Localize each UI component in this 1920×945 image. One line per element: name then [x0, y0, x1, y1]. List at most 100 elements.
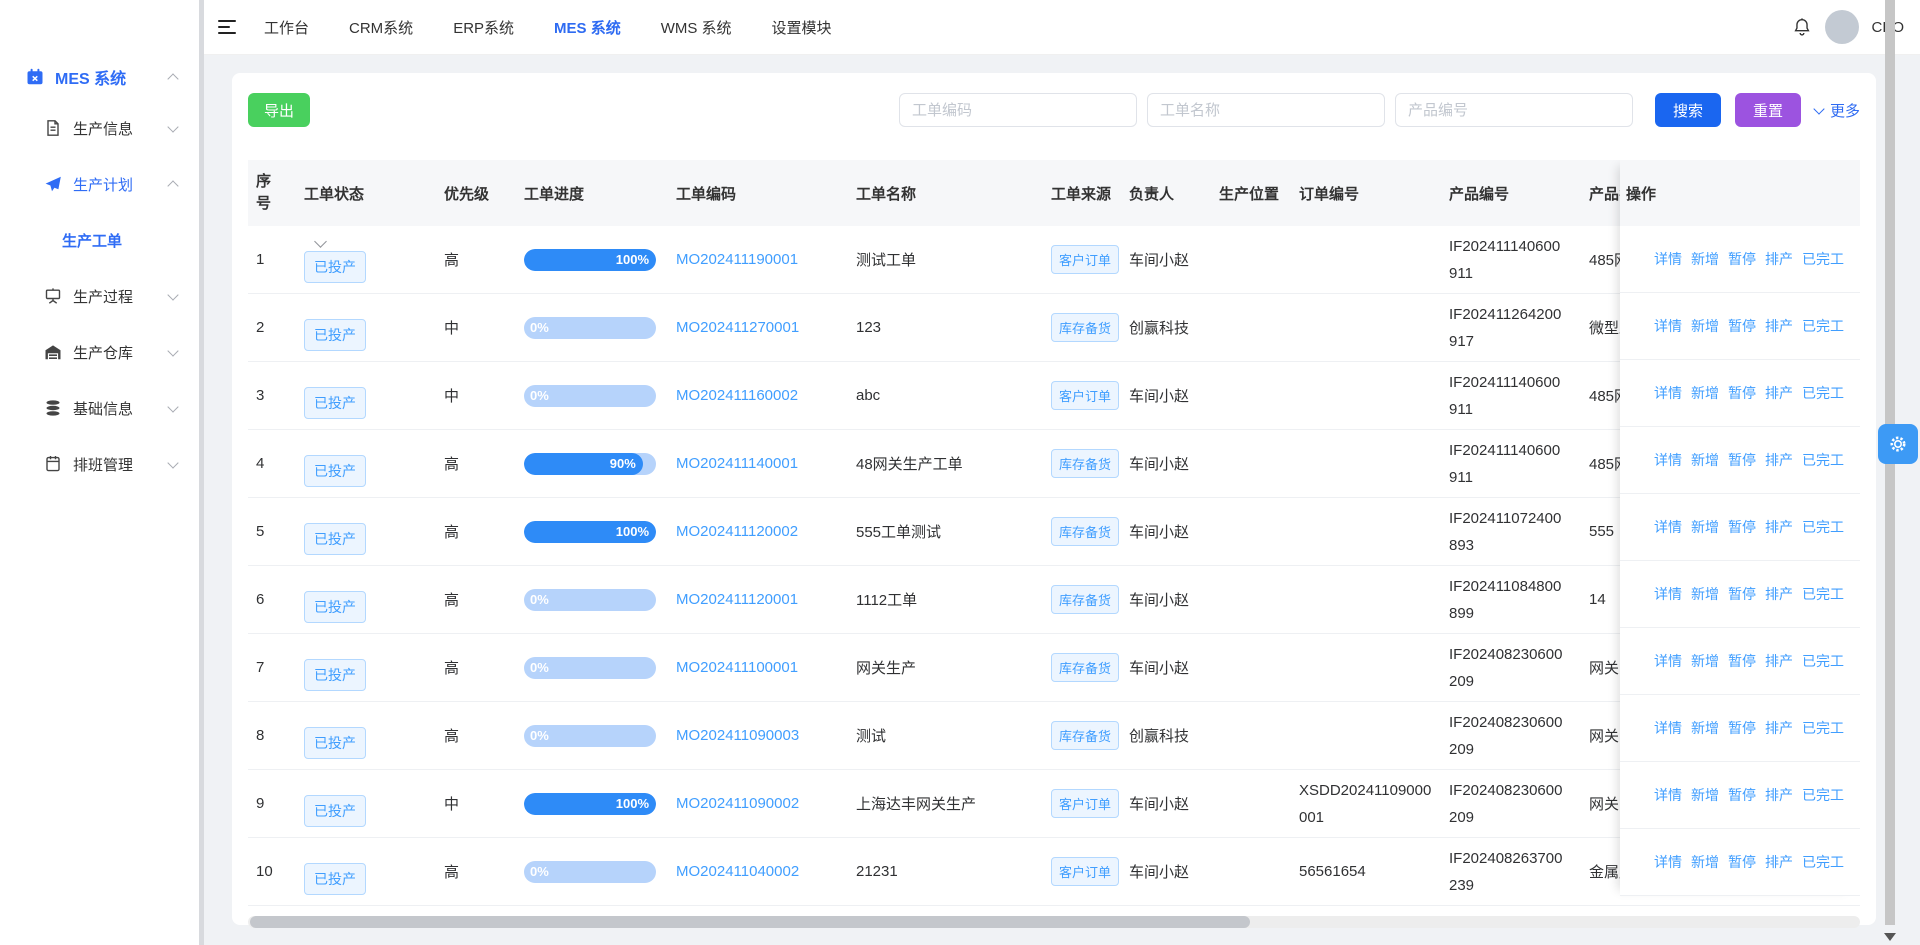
- work-order-code-link[interactable]: MO202411160002: [676, 387, 798, 404]
- action-link-pause[interactable]: 暂停: [1728, 249, 1756, 269]
- action-link-add[interactable]: 新增: [1691, 785, 1719, 805]
- action-link-complete[interactable]: 已完工: [1802, 718, 1844, 738]
- action-link-add[interactable]: 新增: [1691, 249, 1719, 269]
- action-link-schedule[interactable]: 排产: [1765, 517, 1793, 537]
- action-link-schedule[interactable]: 排产: [1765, 584, 1793, 604]
- action-link-detail[interactable]: 详情: [1654, 450, 1682, 470]
- work-order-code-link[interactable]: MO202411090003: [676, 727, 799, 744]
- horizontal-scrollbar-thumb[interactable]: [250, 916, 1250, 928]
- row-index: 5: [256, 523, 264, 540]
- sidebar-item-production-work-order[interactable]: 生产工单: [0, 212, 199, 268]
- sidebar-item-shift-management[interactable]: 排班管理: [0, 436, 199, 492]
- action-link-complete[interactable]: 已完工: [1802, 249, 1844, 269]
- action-link-complete[interactable]: 已完工: [1802, 785, 1844, 805]
- action-link-schedule[interactable]: 排产: [1765, 651, 1793, 671]
- work-order-code-link[interactable]: MO202411040002: [676, 863, 799, 880]
- work-order-code-input[interactable]: [899, 93, 1137, 127]
- reset-button[interactable]: 重置: [1735, 93, 1801, 127]
- action-link-add[interactable]: 新增: [1691, 651, 1719, 671]
- more-link[interactable]: 更多: [1815, 100, 1860, 121]
- work-order-name-input[interactable]: [1147, 93, 1385, 127]
- action-link-pause[interactable]: 暂停: [1728, 450, 1756, 470]
- action-link-complete[interactable]: 已完工: [1802, 450, 1844, 470]
- action-link-schedule[interactable]: 排产: [1765, 383, 1793, 403]
- tab-workbench[interactable]: 工作台: [264, 17, 309, 38]
- progress-bar: 90%: [524, 453, 656, 475]
- action-link-complete[interactable]: 已完工: [1802, 517, 1844, 537]
- action-link-complete[interactable]: 已完工: [1802, 383, 1844, 403]
- avatar[interactable]: [1825, 10, 1859, 44]
- col-code: 工单编码: [668, 183, 848, 204]
- action-link-pause[interactable]: 暂停: [1728, 316, 1756, 336]
- sidebar-item-production-warehouse[interactable]: 生产仓库: [0, 324, 199, 380]
- action-link-detail[interactable]: 详情: [1654, 517, 1682, 537]
- action-link-schedule[interactable]: 排产: [1765, 249, 1793, 269]
- product-code-input[interactable]: [1395, 93, 1633, 127]
- work-order-code-link[interactable]: MO202411090002: [676, 795, 799, 812]
- action-link-detail[interactable]: 详情: [1654, 852, 1682, 872]
- action-link-complete[interactable]: 已完工: [1802, 584, 1844, 604]
- work-order-code-link[interactable]: MO202411140001: [676, 455, 798, 472]
- action-link-schedule[interactable]: 排产: [1765, 852, 1793, 872]
- action-link-pause[interactable]: 暂停: [1728, 651, 1756, 671]
- horizontal-scrollbar[interactable]: [248, 916, 1860, 928]
- work-order-code-link[interactable]: MO202411100001: [676, 659, 798, 676]
- sidebar-item-production-info[interactable]: 生产信息: [0, 100, 199, 156]
- action-link-add[interactable]: 新增: [1691, 584, 1719, 604]
- action-link-pause[interactable]: 暂停: [1728, 852, 1756, 872]
- work-order-code-link[interactable]: MO202411120001: [676, 591, 798, 608]
- settings-gear-button[interactable]: [1878, 424, 1918, 464]
- product-code-value: IF202411140600911: [1449, 233, 1565, 287]
- action-link-schedule[interactable]: 排产: [1765, 718, 1793, 738]
- action-link-pause[interactable]: 暂停: [1728, 383, 1756, 403]
- tab-crm[interactable]: CRM系统: [349, 17, 413, 38]
- work-order-code-link[interactable]: MO202411270001: [676, 319, 799, 336]
- priority-value: 中: [444, 320, 459, 337]
- tab-mes[interactable]: MES 系统: [554, 17, 621, 38]
- action-link-pause[interactable]: 暂停: [1728, 785, 1756, 805]
- action-link-schedule[interactable]: 排产: [1765, 785, 1793, 805]
- action-link-add[interactable]: 新增: [1691, 852, 1719, 872]
- action-link-detail[interactable]: 详情: [1654, 316, 1682, 336]
- row-expand-chevron-icon[interactable]: [314, 235, 327, 248]
- sidebar-item-basic-info[interactable]: 基础信息: [0, 380, 199, 436]
- export-button[interactable]: 导出: [248, 93, 310, 127]
- action-link-complete[interactable]: 已完工: [1802, 651, 1844, 671]
- search-button[interactable]: 搜索: [1655, 93, 1721, 127]
- action-link-complete[interactable]: 已完工: [1802, 852, 1844, 872]
- action-link-detail[interactable]: 详情: [1654, 383, 1682, 403]
- action-link-pause[interactable]: 暂停: [1728, 517, 1756, 537]
- action-link-detail[interactable]: 详情: [1654, 651, 1682, 671]
- action-link-add[interactable]: 新增: [1691, 718, 1719, 738]
- tab-erp[interactable]: ERP系统: [453, 17, 514, 38]
- action-link-add[interactable]: 新增: [1691, 316, 1719, 336]
- action-link-add[interactable]: 新增: [1691, 517, 1719, 537]
- sidebar-item-mes-root[interactable]: MES 系统: [0, 54, 199, 100]
- action-link-complete[interactable]: 已完工: [1802, 316, 1844, 336]
- product-code-value: IF202411140600911: [1449, 437, 1565, 491]
- action-link-pause[interactable]: 暂停: [1728, 718, 1756, 738]
- action-link-detail[interactable]: 详情: [1654, 249, 1682, 269]
- filter-inputs: [899, 93, 1633, 127]
- action-link-pause[interactable]: 暂停: [1728, 584, 1756, 604]
- product-code-value: IF202411264200917: [1449, 301, 1565, 355]
- scroll-down-arrow-icon[interactable]: [1884, 933, 1896, 941]
- action-link-detail[interactable]: 详情: [1654, 785, 1682, 805]
- action-link-add[interactable]: 新增: [1691, 450, 1719, 470]
- bell-icon[interactable]: [1791, 16, 1813, 38]
- work-order-code-link[interactable]: MO202411190001: [676, 251, 798, 268]
- work-order-code-link[interactable]: MO202411120002: [676, 523, 798, 540]
- source-tag: 库存备货: [1051, 449, 1119, 478]
- action-link-add[interactable]: 新增: [1691, 383, 1719, 403]
- sidebar-item-label: 生产仓库: [73, 342, 133, 363]
- menu-collapse-icon[interactable]: [218, 20, 236, 34]
- tab-wms[interactable]: WMS 系统: [661, 17, 732, 38]
- progress-label: 0%: [530, 728, 549, 743]
- action-link-detail[interactable]: 详情: [1654, 584, 1682, 604]
- sidebar-item-production-plan[interactable]: 生产计划: [0, 156, 199, 212]
- action-link-schedule[interactable]: 排产: [1765, 316, 1793, 336]
- action-link-schedule[interactable]: 排产: [1765, 450, 1793, 470]
- tab-settings-module[interactable]: 设置模块: [772, 17, 832, 38]
- sidebar-item-production-process[interactable]: 生产过程: [0, 268, 199, 324]
- action-link-detail[interactable]: 详情: [1654, 718, 1682, 738]
